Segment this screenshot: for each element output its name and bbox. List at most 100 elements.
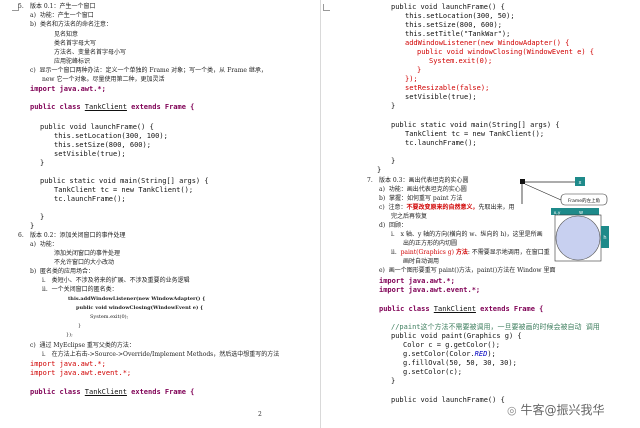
code-line: });	[405, 75, 418, 83]
list-item-text: 掌握：如何重写 paint 方法	[389, 195, 463, 202]
code-snippet: }	[78, 323, 82, 329]
watermark-icon: ◎	[507, 404, 517, 417]
code-line: }	[30, 222, 35, 230]
list-item: c) 注意：不要改变原来的自然意义，先取出来，用	[379, 204, 515, 211]
code-text: this.setTitle("TankWar");	[405, 30, 511, 38]
list-item-text: 回顾：	[389, 222, 408, 229]
code-line: public class TankClient extends Frame {	[30, 104, 194, 111]
sub-item: ii. 一个关闭窗口的匿名类：	[42, 286, 118, 293]
code-line: tc.launchFrame();	[405, 139, 477, 147]
section-title: 版本 0.2：添加关闭窗口的事件处理	[30, 232, 126, 239]
list-item: c) 通过 MyEclipse 重写父类的方法：	[30, 342, 135, 349]
list-number: 5.	[18, 3, 24, 10]
code-text: );	[487, 350, 496, 358]
code-line: TankClient tc = new TankClient();	[54, 186, 194, 194]
tank-circle	[555, 215, 601, 261]
code-line: this.setLocation(300, 100);	[54, 132, 168, 140]
list-number: 7.	[367, 177, 373, 184]
sub-item: 方法名、变量名首字母小写	[54, 49, 127, 56]
code-line: setResizable(false);	[405, 84, 490, 92]
code-line: this.setSize(800, 600);	[54, 141, 151, 149]
code-text: g.setColor(Color.	[403, 350, 475, 358]
sub-item-text: 在方法上右击->Source->Override/Implement Metho…	[51, 351, 280, 358]
code-line: this.setSize(800, 600);	[405, 21, 502, 29]
code-line: import java.awt.event.*;	[30, 369, 132, 377]
code-line: g.setColor(c);	[403, 368, 463, 376]
coordinate-diagram: x Frame的左上角 w x,y h	[520, 177, 609, 262]
section-title: 版本 0.3：画出代表坦克的实心圆	[379, 177, 469, 184]
code-line: System.exit(0);	[429, 57, 493, 65]
section-title: 版本 0.1：产生一个窗口	[30, 3, 96, 10]
sub-item-text: 一个关闭窗口的匿名类：	[51, 286, 118, 293]
list-item-text: 功能：画出代表坦克的实心圆	[388, 186, 467, 193]
sub-item-continuation: 画时自动调用	[403, 258, 440, 265]
code-constant: RED	[474, 350, 488, 358]
code-line: public class TankClient extends Frame {	[30, 389, 194, 396]
code-line: }	[391, 102, 396, 110]
frame-pointer-line	[524, 183, 562, 201]
list-item-text: 类名和方法名的命名注意：	[40, 21, 113, 28]
code-line: TankClient tc = new TankClient();	[405, 130, 545, 138]
class-name: TankClient	[84, 388, 127, 396]
code-keyword: public class	[30, 103, 85, 111]
x-axis-label: x	[579, 180, 582, 186]
origin-marker	[520, 179, 525, 184]
sub-item: 不允许窗口的大小改动	[54, 259, 115, 266]
code-line: import java.awt.*;	[379, 278, 455, 285]
sub-item: 应用驼峰标识	[54, 58, 91, 65]
code-line: import java.awt.event.*;	[379, 287, 480, 294]
code-line: public static void main(String[] args) {	[391, 121, 560, 129]
code-keyword: extends Frame {	[126, 103, 195, 111]
list-item-text: 功能：	[39, 241, 58, 248]
list-item-continuation: new 它一个对象。尽量使用第二种，更加灵活	[42, 76, 165, 83]
code-comment: //paint这个方法不需要被调用，一旦要被画的时候会被自动 调用	[391, 323, 600, 331]
sub-item-text: 类短小、不涉及将来的扩展、不涉及重要的业务逻辑	[51, 277, 190, 284]
code-line: addWindowListener(new WindowAdapter() {	[405, 39, 570, 47]
list-item: b) 类名和方法名的命名注意：	[30, 21, 113, 28]
list-item: a) 功能：画出代表坦克的实心圆	[379, 186, 467, 193]
list-item-text: 通过 MyEclipse 重写父类的方法：	[39, 342, 135, 349]
watermark: ◎ 牛客@振兴我华	[507, 404, 604, 416]
import-statement: import java.awt.event.*;	[379, 286, 481, 294]
code-line: public class TankClient extends Frame {	[379, 306, 543, 313]
code-line: }	[417, 66, 422, 74]
list-item-text: 显示一个窗口两种办法：定义一个单独的 Frame 对象；写一个类，从 Frame…	[39, 67, 267, 74]
code-line: import java.awt.*;	[30, 86, 106, 93]
list-item: b) 掌握：如何重写 paint 方法	[379, 195, 463, 202]
class-name: TankClient	[84, 103, 127, 111]
code-snippet: this.addWindowListener(new WindowAdapter…	[68, 296, 206, 302]
sub-item: i. 类短小、不涉及将来的扩展、不涉及重要的业务逻辑	[42, 277, 190, 284]
code-line: this.setLocation(300, 50);	[405, 12, 515, 20]
frame-callout-label: Frame的左上角	[568, 197, 600, 204]
code-line: setVisible(true);	[54, 150, 126, 158]
right-page: public void launchFrame() { this.setLoca…	[321, 0, 640, 428]
code-line: tc.launchFrame();	[54, 195, 126, 203]
list-item: a) 功能：	[30, 241, 58, 248]
code-snippet: });	[66, 332, 73, 338]
left-page: 5. 版本 0.1：产生一个窗口 a) 功能：产生一个窗口 b) 类名和方法名的…	[0, 0, 320, 428]
list-item-text: 匿名类的应用场合：	[40, 268, 95, 275]
list-item: c) 显示一个窗口两种办法：定义一个单独的 Frame 对象；写一个类，从 Fr…	[30, 67, 267, 74]
sub-item: i. 在方法上右击->Source->Override/Implement Me…	[42, 351, 280, 358]
sub-item: 类名首字母大写	[54, 40, 97, 47]
code-line: }	[391, 377, 396, 385]
code-line: Color c = g.getColor();	[403, 341, 500, 349]
list-item-text: 先取出来，用	[478, 204, 515, 211]
code-snippet: System.exit(0);	[90, 314, 129, 320]
code-keyword: extends Frame {	[126, 388, 195, 396]
code-line: import java.awt.*;	[30, 360, 106, 368]
code-line: g.fillOval(50, 50, 30, 30);	[403, 359, 517, 367]
list-item-continuation: 完之后再恢复	[391, 213, 428, 220]
list-item-text: 注意：	[388, 204, 407, 211]
page-number: 2	[258, 411, 262, 418]
h-label: h	[603, 235, 606, 241]
sub-item-continuation: 出的正方形的内切圆	[403, 240, 458, 247]
sub-item: 添加关闭窗口的事件处理	[54, 250, 121, 257]
code-line: }	[377, 166, 382, 174]
code-line: public void launchFrame() {	[391, 396, 505, 404]
code-line: setVisible(true);	[405, 93, 477, 101]
code-line: g.setColor(Color.RED);	[403, 351, 496, 358]
class-name: TankClient	[433, 305, 476, 313]
sub-item: 见名知意	[54, 31, 79, 38]
code-keyword: public class	[379, 305, 434, 313]
